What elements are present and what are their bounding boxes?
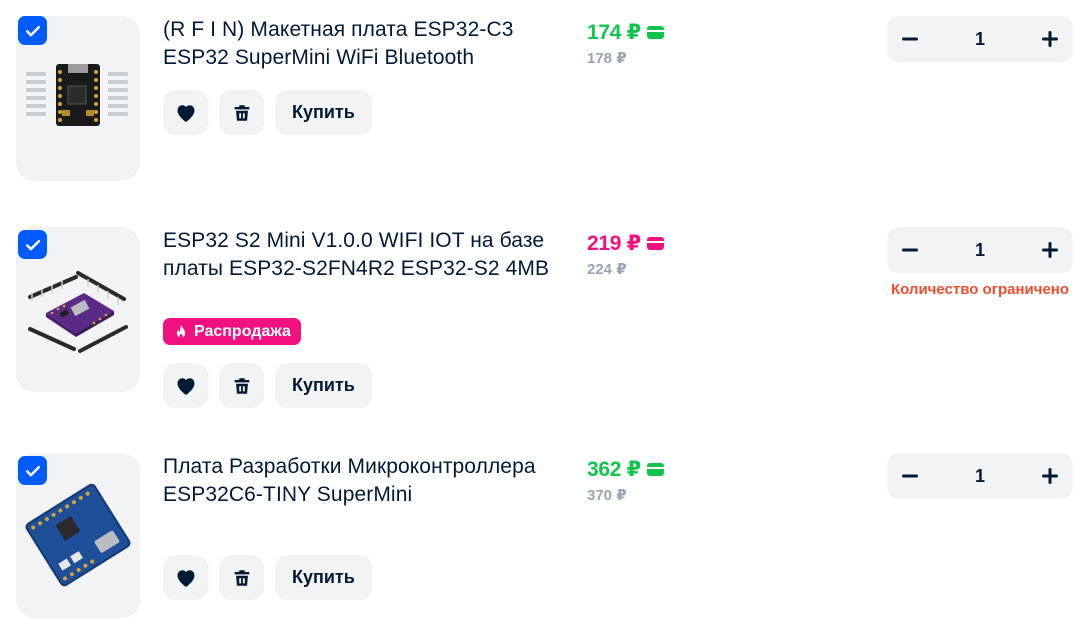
plus-icon [1038, 27, 1062, 51]
trash-icon [231, 102, 253, 124]
checkmark-icon [23, 21, 43, 41]
heart-icon [174, 374, 198, 398]
sale-badge: Распродажа [163, 318, 301, 345]
price-value: 362 ₽ [587, 458, 641, 481]
quantity-value[interactable]: 1 [933, 16, 1027, 62]
price: 219 ₽ [587, 231, 664, 256]
favorite-button[interactable] [163, 363, 208, 408]
minus-icon [898, 27, 922, 51]
price-value: 174 ₽ [587, 21, 641, 44]
item-actions: Купить [163, 90, 372, 136]
heart-icon [174, 566, 198, 590]
heart-icon [174, 101, 198, 125]
trash-icon [231, 375, 253, 397]
decrease-button[interactable] [887, 227, 933, 273]
quantity-stepper: 1 [887, 16, 1073, 62]
buy-button[interactable]: Купить [275, 555, 372, 600]
sale-badge-label: Распродажа [194, 322, 291, 340]
decrease-button[interactable] [887, 453, 933, 499]
product-title[interactable]: Плата Разработки Микроконтроллера ESP32C… [163, 453, 563, 509]
delete-button[interactable] [219, 555, 264, 600]
trash-icon [231, 567, 253, 589]
minus-icon [898, 464, 922, 488]
favorite-button[interactable] [163, 90, 208, 135]
select-checkbox[interactable] [18, 456, 47, 485]
delete-button[interactable] [219, 90, 264, 135]
item-actions: Купить [163, 555, 372, 601]
select-checkbox[interactable] [18, 230, 47, 259]
old-price: 370 ₽ [587, 487, 627, 504]
plus-icon [1038, 464, 1062, 488]
fire-icon [172, 323, 190, 341]
increase-button[interactable] [1027, 16, 1073, 62]
product-title[interactable]: (R F I N) Макетная плата ESP32-C3 ESP32 … [163, 16, 563, 72]
old-price: 224 ₽ [587, 261, 627, 278]
checkmark-icon [23, 235, 43, 255]
buy-button[interactable]: Купить [275, 363, 372, 408]
increase-button[interactable] [1027, 227, 1073, 273]
favorite-button[interactable] [163, 555, 208, 600]
quantity-stepper: 1 [887, 453, 1073, 499]
price: 174 ₽ [587, 20, 664, 45]
decrease-button[interactable] [887, 16, 933, 62]
card-icon [646, 237, 664, 250]
price-value: 219 ₽ [587, 232, 641, 255]
delete-button[interactable] [219, 363, 264, 408]
item-actions: Купить [163, 363, 372, 409]
price: 362 ₽ [587, 457, 664, 482]
old-price: 178 ₽ [587, 50, 627, 67]
quantity-stepper: 1 [887, 227, 1073, 273]
checkmark-icon [23, 461, 43, 481]
product-title[interactable]: ESP32 S2 Mini V1.0.0 WIFI IOT на базе пл… [163, 227, 563, 283]
buy-button[interactable]: Купить [275, 90, 372, 135]
increase-button[interactable] [1027, 453, 1073, 499]
card-icon [646, 463, 664, 476]
quantity-value[interactable]: 1 [933, 453, 1027, 499]
quantity-value[interactable]: 1 [933, 227, 1027, 273]
plus-icon [1038, 238, 1062, 262]
select-checkbox[interactable] [18, 16, 47, 45]
card-icon [646, 26, 664, 39]
minus-icon [898, 238, 922, 262]
stock-warning: Количество ограничено [890, 281, 1070, 298]
